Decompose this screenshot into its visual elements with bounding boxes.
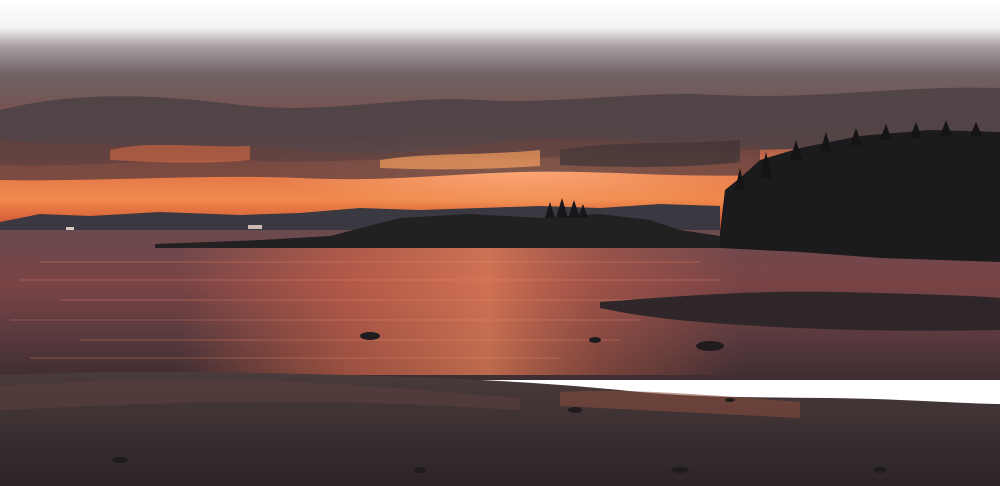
boat <box>248 225 262 229</box>
photo-canvas <box>0 0 1000 486</box>
sunset-lake-photo <box>0 0 1000 486</box>
boat <box>66 227 74 230</box>
